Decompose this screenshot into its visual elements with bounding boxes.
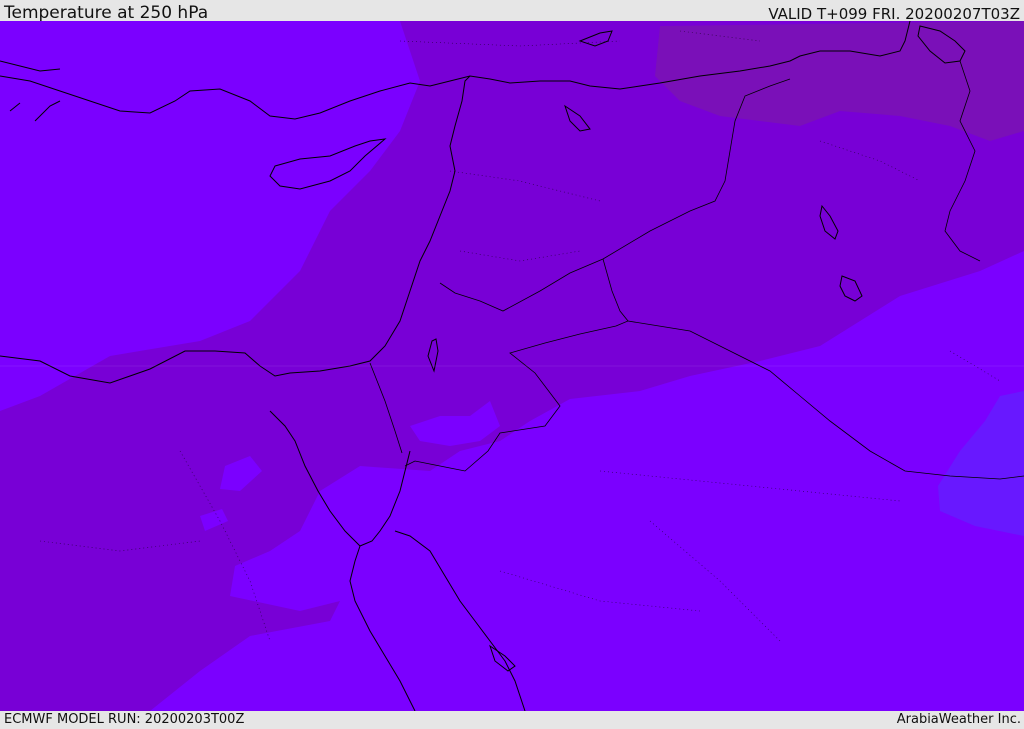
map-title: Temperature at 250 hPa (4, 3, 209, 23)
model-run-label: ECMWF MODEL RUN: 20200203T00Z (4, 712, 245, 727)
footer-bar: ECMWF MODEL RUN: 20200203T00Z ArabiaWeat… (0, 711, 1024, 729)
credit-label: ArabiaWeather Inc. (896, 712, 1021, 727)
header-bar: Temperature at 250 hPa VALID T+099 FRI. … (0, 0, 1024, 23)
temperature-map (0, 21, 1024, 711)
